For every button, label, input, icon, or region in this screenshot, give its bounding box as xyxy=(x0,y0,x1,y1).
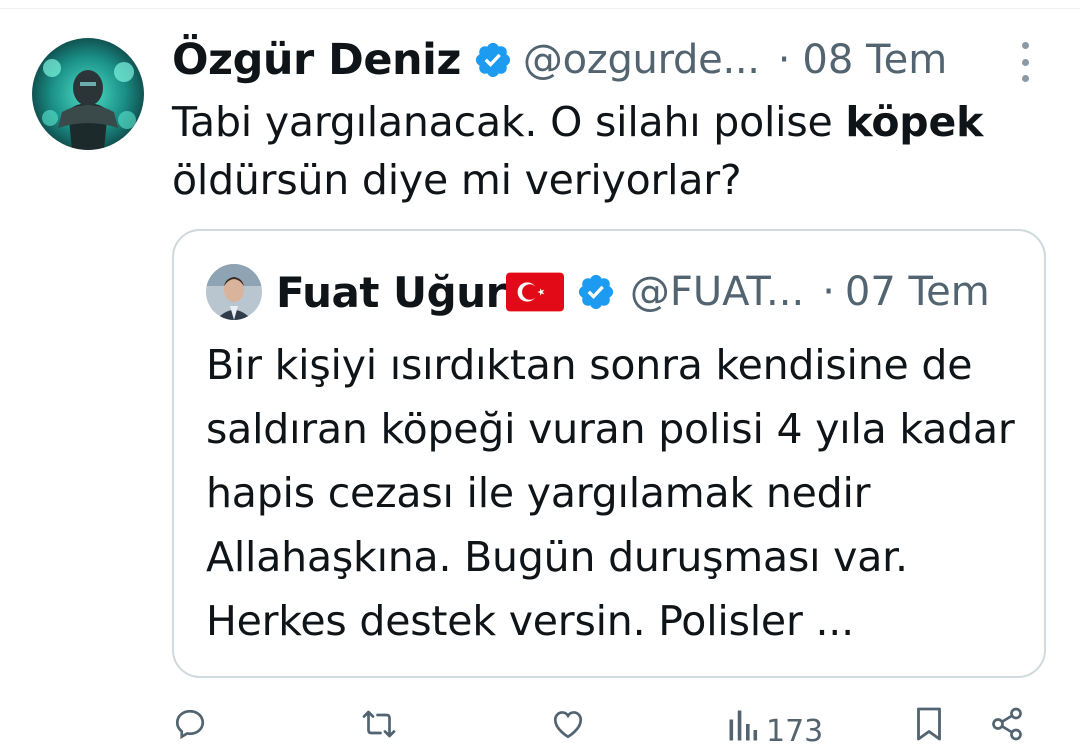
divider xyxy=(0,8,1080,9)
quoted-author-name[interactable]: Fuat Uğur xyxy=(276,268,506,317)
author-handle[interactable]: @ozgurde... xyxy=(523,37,760,83)
views-icon xyxy=(729,710,758,741)
quoted-tweet-header: Fuat Uğur @FUAT... · 07 Tem xyxy=(206,261,1036,323)
avatar[interactable] xyxy=(32,38,144,150)
tweet-text-bold: köpek xyxy=(845,98,984,146)
quoted-tweet-date[interactable]: 07 Tem xyxy=(845,269,990,315)
more-options-icon[interactable] xyxy=(1014,42,1036,82)
heart-icon[interactable] xyxy=(548,706,588,742)
verified-badge-icon xyxy=(578,274,613,310)
tweet-date[interactable]: 08 Tem xyxy=(802,37,947,83)
tweet-text: Tabi yargılanacak. O silahı polise köpek… xyxy=(172,98,984,204)
quoted-author-handle[interactable]: @FUAT... xyxy=(630,269,804,315)
views-count: 173 xyxy=(766,714,824,749)
bookmark-icon[interactable] xyxy=(912,706,946,742)
verified-badge-icon xyxy=(475,42,510,78)
retweet-icon[interactable] xyxy=(358,706,400,742)
action-bar: 173 xyxy=(170,700,1050,749)
tweet-header: Özgür Deniz @ozgurde... · 08 Tem xyxy=(172,30,1032,90)
quoted-tweet-text: Bir kişiyi ısırdıktan sonra kendisine de… xyxy=(206,341,1015,645)
author-name[interactable]: Özgür Deniz xyxy=(172,35,461,85)
reply-icon[interactable] xyxy=(170,706,210,742)
separator-dot: · xyxy=(777,37,791,83)
turkey-flag-icon xyxy=(505,272,564,312)
quoted-avatar xyxy=(206,264,262,320)
share-icon[interactable] xyxy=(988,706,1026,742)
quoted-tweet[interactable]: Fuat Uğur @FUAT... · 07 Tem Bir kişiyi ı… xyxy=(172,229,1046,678)
separator-dot: · xyxy=(822,269,835,315)
